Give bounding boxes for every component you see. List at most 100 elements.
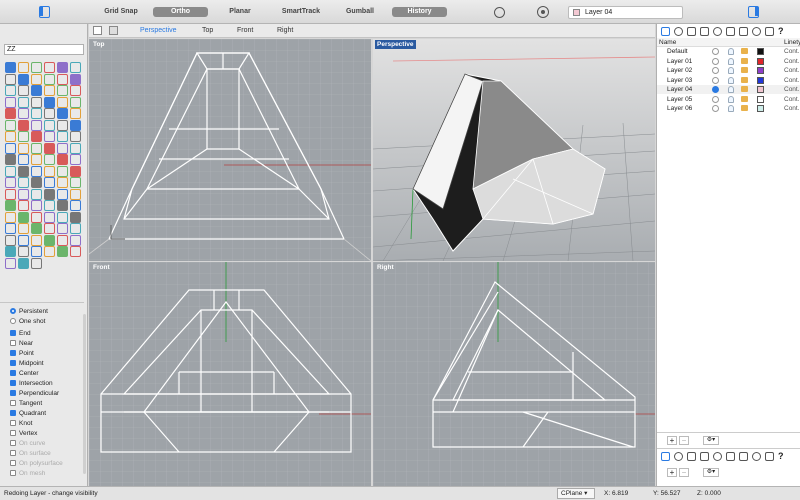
lock-icon[interactable] — [741, 95, 748, 102]
visibility-bulb-icon[interactable] — [728, 48, 734, 55]
trim-tool-icon[interactable] — [5, 200, 16, 211]
dimension-tool-icon[interactable] — [57, 119, 68, 131]
viewport-front[interactable]: Front — [89, 262, 371, 486]
layer-row[interactable]: Layer 03 Cont. — [657, 76, 800, 85]
curve-tool-icon[interactable] — [18, 257, 29, 269]
osnap-near-checkbox[interactable]: Near — [10, 340, 33, 349]
display-icon[interactable] — [687, 27, 696, 36]
layer-color-swatch[interactable] — [757, 86, 764, 93]
help-icon[interactable]: ? — [778, 452, 787, 461]
layers-icon[interactable] — [661, 27, 670, 36]
split-tool-icon[interactable] — [18, 200, 29, 211]
trim-tool-icon[interactable] — [57, 96, 68, 108]
sphere-tool-icon[interactable] — [70, 177, 81, 188]
camera-tool-icon[interactable] — [44, 234, 55, 246]
add-button-lower[interactable]: + — [667, 468, 677, 477]
chamfer-tool-icon[interactable] — [70, 188, 81, 200]
layer-row[interactable]: Layer 02 Cont. — [657, 66, 800, 75]
camera-icon[interactable] — [700, 27, 709, 36]
grid-snap-button[interactable]: Grid Snap — [96, 7, 146, 17]
remove-button-lower[interactable]: − — [679, 468, 689, 477]
cplane-dropdown[interactable]: CPlane ▾ — [557, 488, 595, 499]
render-tool-icon[interactable] — [31, 131, 42, 142]
rectangle-tool-icon[interactable] — [5, 165, 16, 177]
render-icon[interactable] — [674, 27, 683, 36]
tab-right[interactable]: Right — [277, 26, 293, 36]
lock-icon[interactable] — [741, 48, 748, 54]
zoom-tool-icon[interactable] — [57, 142, 68, 154]
lock-icon[interactable] — [741, 57, 748, 64]
rectangle-tool-icon[interactable] — [57, 62, 68, 73]
layer-color-swatch[interactable] — [757, 48, 764, 55]
text-tool-icon[interactable] — [70, 119, 81, 131]
mirror-tool-icon[interactable] — [31, 211, 42, 223]
point-tool-icon[interactable] — [70, 246, 81, 257]
box-tool-icon[interactable] — [57, 177, 68, 188]
rotate-tool-icon[interactable] — [57, 108, 68, 119]
cube-icon[interactable] — [726, 27, 735, 36]
lock-icon[interactable] — [741, 67, 748, 73]
render-icon[interactable] — [674, 452, 683, 461]
lock-icon[interactable] — [741, 105, 748, 111]
torus-tool-icon[interactable] — [31, 188, 42, 200]
left-panel-toggle-icon[interactable] — [39, 6, 50, 18]
layer-row[interactable]: Default Cont. — [657, 47, 800, 56]
light-tool-icon[interactable] — [70, 234, 81, 246]
layer-row[interactable]: Layer 04 Cont. — [657, 85, 800, 94]
curve-tool-icon[interactable] — [44, 62, 55, 73]
cylinder-tool-icon[interactable] — [57, 85, 68, 96]
viewport-perspective[interactable]: Perspective — [373, 39, 655, 261]
point-tool-icon[interactable] — [44, 154, 55, 165]
pan-tool-icon[interactable] — [70, 142, 81, 154]
current-layer-radio[interactable] — [712, 76, 719, 84]
offset-tool-icon[interactable] — [57, 211, 68, 223]
layer-tool-icon[interactable] — [44, 223, 55, 234]
arc-tool-icon[interactable] — [5, 73, 16, 85]
move-tool-icon[interactable] — [31, 108, 42, 119]
cylinder-tool-icon[interactable] — [5, 188, 16, 200]
rotate-tool-icon[interactable] — [5, 211, 16, 223]
light-tool-icon[interactable] — [44, 142, 55, 154]
tab-perspective[interactable]: Perspective — [140, 26, 177, 36]
grid-tool-icon[interactable] — [70, 131, 81, 142]
grid-tool-icon[interactable] — [18, 234, 29, 246]
osnap-knot-checkbox[interactable]: Knot — [10, 420, 32, 429]
current-layer-radio[interactable] — [712, 48, 719, 55]
explode-tool-icon[interactable] — [18, 108, 29, 119]
single-view-icon[interactable] — [93, 26, 102, 35]
scale-tool-icon[interactable] — [70, 108, 81, 119]
grid-icon[interactable] — [765, 27, 774, 36]
ellipse-tool-icon[interactable] — [44, 165, 55, 177]
polyline-tool-icon[interactable] — [31, 62, 42, 73]
arc-tool-icon[interactable] — [31, 165, 42, 177]
copy-tool-icon[interactable] — [44, 108, 55, 119]
fillet-tool-icon[interactable] — [31, 96, 42, 108]
osnap-scrollbar[interactable] — [83, 314, 86, 474]
split-tool-icon[interactable] — [70, 96, 81, 108]
camera-icon[interactable] — [700, 452, 709, 461]
gumball-button[interactable]: Gumball — [340, 7, 380, 17]
visibility-bulb-icon[interactable] — [728, 76, 734, 84]
analyze-tool-icon[interactable] — [70, 223, 81, 234]
notes-icon[interactable] — [752, 27, 761, 36]
dimension-tool-icon[interactable] — [5, 223, 16, 234]
grid-icon[interactable] — [765, 452, 774, 461]
text-tool-icon[interactable] — [18, 223, 29, 234]
materials-icon[interactable] — [739, 452, 748, 461]
layers-icon[interactable] — [661, 452, 670, 461]
osnap-midpoint-checkbox[interactable]: Midpoint — [10, 360, 44, 369]
explode-tool-icon[interactable] — [44, 200, 55, 211]
freeform-tool-icon[interactable] — [70, 165, 81, 177]
torus-tool-icon[interactable] — [5, 96, 16, 108]
notes-icon[interactable] — [752, 452, 761, 461]
osnap-on-mesh-checkbox[interactable]: On mesh — [10, 470, 45, 479]
circle-tool-icon[interactable] — [70, 62, 81, 73]
cone-tool-icon[interactable] — [18, 188, 29, 200]
orbit-tool-icon[interactable] — [31, 246, 42, 257]
project-tool-icon[interactable] — [44, 119, 55, 131]
current-layer-radio[interactable] — [712, 67, 719, 74]
smarttrack-button[interactable]: SmartTrack — [277, 7, 325, 17]
layer-color-swatch[interactable] — [757, 57, 764, 65]
circle-tool-icon[interactable] — [18, 165, 29, 177]
four-view-icon[interactable] — [109, 26, 118, 35]
